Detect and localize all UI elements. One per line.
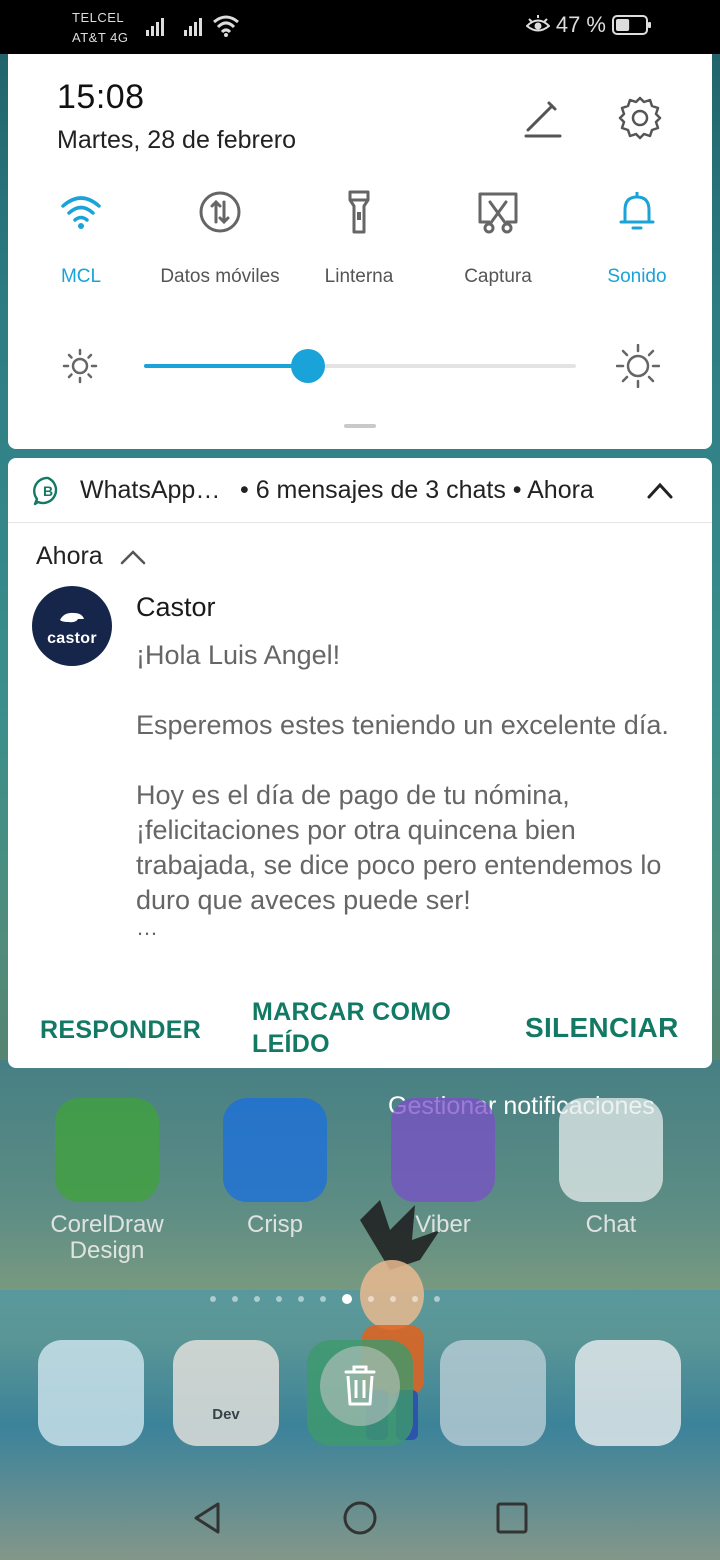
contacts-icon[interactable] [575,1340,681,1446]
tile-wifi[interactable]: MCL [11,188,151,288]
whatsapp-business-icon: B [33,476,58,506]
home-app-crisp[interactable]: Crisp [210,1098,340,1238]
page-dot [276,1296,282,1302]
notification-header[interactable]: B WhatsApp… • 6 mensajes de 3 chats • Ah… [8,458,712,523]
viber-icon [391,1098,495,1202]
reply-button[interactable]: RESPONDER [40,1014,201,1046]
camera-app-icon[interactable] [38,1340,144,1446]
status-bar: TELCEL AT&T 4G 47 % [0,0,720,54]
app-label: Crisp [246,1211,303,1238]
app-label: Chat [585,1211,637,1238]
trash-icon [344,1365,376,1406]
notification-summary: • 6 mensajes de 3 chats • Ahora [240,476,594,504]
whatsapp-notification[interactable]: B WhatsApp… • 6 mensajes de 3 chats • Ah… [8,458,712,1068]
avatar-logo-text: castor [47,630,97,647]
brightness-high-icon [616,344,660,388]
svg-text:B: B [43,483,53,499]
bell-icon [619,192,655,230]
page-dot [320,1296,326,1302]
wifi-icon [61,196,101,229]
clock[interactable]: 15:08 [57,78,145,117]
tile-label: Captura [464,266,532,287]
message-line: ¡Hola Luis Angel! [136,640,341,670]
app-label: CorelDraw Design [50,1211,164,1264]
message-line: Esperemos estes teniendo un excelente dí… [136,710,669,740]
message-ellipsis: … [136,915,158,940]
tile-mobile-data[interactable]: Datos móviles [150,188,290,288]
carrier-1: TELCEL [72,10,125,25]
mark-as-read-button[interactable]: MARCAR COMO LEÍDO [252,996,482,1060]
wifi-icon [213,15,239,37]
mobile-data-icon [199,191,241,233]
page-dot [342,1294,352,1304]
brightness-low-icon [62,348,98,384]
mute-button[interactable]: SILENCIAR [525,1012,679,1044]
page-dot [434,1296,440,1302]
tile-flashlight[interactable]: Linterna [289,188,429,288]
carrier-labels: TELCEL AT&T 4G [72,8,128,48]
panel-drag-handle[interactable] [344,424,376,428]
eye-comfort-icon [525,15,550,32]
tile-screenshot[interactable]: Captura [428,188,568,288]
page-dot [210,1296,216,1302]
chrome-dev-label: Dev [212,1406,240,1423]
notification-actions: RESPONDER MARCAR COMO LEÍDO SILENCIAR [8,990,712,1068]
folder-icon[interactable] [440,1340,546,1446]
recents-icon[interactable] [492,1498,532,1538]
battery-percent: 47 % [555,12,606,37]
signal-icon [146,18,164,36]
chevron-up-icon[interactable] [646,480,674,502]
tile-sound[interactable]: Sonido [567,188,707,288]
message-line: Hoy es el día de pago de tu nómina, ¡fel… [136,780,662,915]
page-dot [368,1296,374,1302]
message-body: ¡Hola Luis Angel! Esperemos estes tenien… [136,638,692,940]
gear-icon[interactable] [616,94,664,142]
chevron-up-icon[interactable] [120,548,146,566]
date[interactable]: Martes, 28 de febrero [57,126,296,155]
tile-label: Datos móviles [160,266,280,287]
chrome-dev-icon[interactable]: Dev [173,1340,279,1446]
screenshot-icon [478,192,518,234]
quick-settings-panel: 15:08 Martes, 28 de febrero MCL Datos mó… [8,54,712,449]
back-icon[interactable] [188,1498,228,1538]
edit-icon[interactable] [520,96,564,140]
page-dot [298,1296,304,1302]
tile-label: MCL [60,266,102,287]
message-group-time: Ahora [36,542,103,570]
brightness-slider-thumb[interactable] [291,349,326,383]
avatar: castor [32,586,112,666]
sender-name: Castor [136,592,216,622]
crisp-icon [223,1098,327,1202]
status-right: 47 % [525,12,652,38]
notification-app-name: WhatsApp… [80,476,221,504]
flashlight-icon [348,190,370,234]
page-dot [390,1296,396,1302]
navigation-bar [0,1476,720,1560]
page-indicator [210,1294,510,1304]
tile-label: Sonido [607,266,667,287]
page-dot [412,1296,418,1302]
home-app-coreldraw[interactable]: CorelDraw Design [42,1098,172,1264]
page-dot [232,1296,238,1302]
home-icon[interactable] [340,1498,380,1538]
beaver-logo-icon [60,612,84,623]
brightness-slider[interactable] [144,349,576,383]
app-label: Viber [415,1211,471,1238]
battery-icon [612,15,651,35]
chat-icon [559,1098,663,1202]
home-app-viber[interactable]: Viber [378,1098,508,1238]
delete-drop-target[interactable] [320,1346,400,1426]
carrier-2: AT&T 4G [72,30,129,45]
brightness-slider-fill [144,364,309,368]
signal-icon [184,18,202,36]
page-dot [254,1296,260,1302]
coreldraw-icon [55,1098,159,1202]
tile-label: Linterna [324,266,394,287]
home-app-chat[interactable]: Chat [546,1098,676,1238]
